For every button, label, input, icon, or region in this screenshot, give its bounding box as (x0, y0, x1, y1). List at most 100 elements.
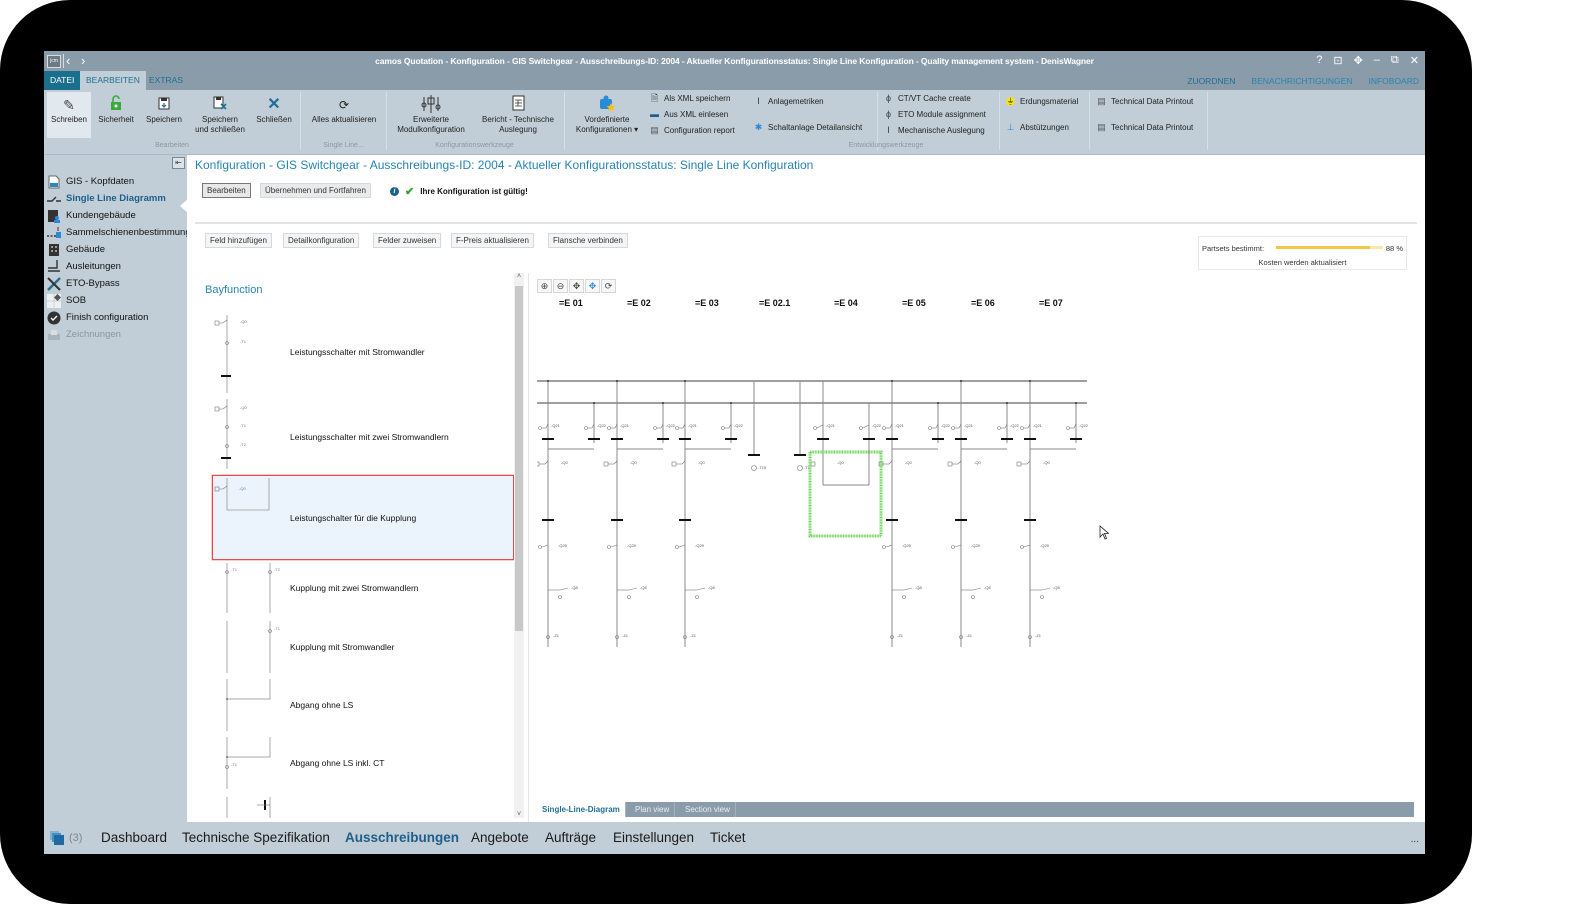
feeder-e05-earth-symbol (882, 545, 886, 549)
sidebar-item-single-line-diagramm[interactable]: Single Line Diagramm (47, 190, 166, 207)
ctvt-cache-create-button[interactable]: ɸ CT/VT Cache create (884, 94, 971, 104)
feeder-e01-q8-symbol (558, 595, 562, 599)
speichern-schliessen-button[interactable]: Speichern und schließen (189, 92, 251, 138)
feeder-e05-tag: -Q21 (895, 423, 905, 428)
sidebar-item-finish-configuration[interactable]: Finish configuration (47, 309, 148, 326)
help-icon[interactable]: ? (1316, 54, 1322, 67)
erweiterte-modulkonfiguration-button[interactable]: Erweiterte Modulkonfiguration (390, 92, 472, 138)
sidebar-item-gebaeude[interactable]: Gebäude (47, 241, 105, 258)
infoboard-link[interactable]: INFOBOARD (1368, 76, 1419, 86)
close-icon[interactable]: ✕ (1410, 54, 1419, 67)
bay-symbol-icon: -Q0 -T1 (214, 315, 247, 393)
pin-icon[interactable]: ⊡ (1333, 54, 1342, 67)
more-icon[interactable]: ... (1411, 834, 1419, 845)
bayfunction-item[interactable]: -T1 -T2 Kupplung mit zwei Stromwandlern (213, 563, 513, 618)
schreiben-button[interactable]: ✎ Schreiben (47, 92, 91, 138)
vordefinierte-konfigurationen-button[interactable]: Vordefinierte Konfigurationen ▾ (568, 92, 646, 138)
printout-icon: ▤ (1097, 96, 1106, 106)
alles-aktualisieren-button[interactable]: ⟳ Alles aktualisieren (306, 92, 382, 138)
tab-section-view[interactable]: Section view (680, 802, 736, 817)
tab-extras[interactable]: EXTRAS (143, 71, 189, 90)
feeder-e06-tag: -Q29 (971, 543, 981, 548)
bayfunction-header: Bayfunction (205, 284, 263, 296)
sidebar-item-kundengebaeude[interactable]: Kundengebäude (47, 207, 136, 224)
sidebar-item-gis-kopfdaten[interactable]: GIS - Kopfdaten (47, 173, 134, 190)
tab-plan-view[interactable]: Plan view (630, 802, 676, 817)
menu-right-links: ZUORDNEN BENACHRICHTIGUNGEN INFOBOARD (1187, 76, 1419, 86)
tab-single-line-diagram[interactable]: Single-Line-Diagram (537, 802, 626, 817)
sidebar-item-sob[interactable]: SOB (47, 292, 86, 309)
felder-zuweisen-button[interactable]: Felder zuweisen (373, 233, 442, 248)
windows-stack-icon[interactable] (50, 831, 64, 845)
sidebar-item-zeichnungen[interactable]: Zeichnungen (47, 326, 121, 343)
eto-module-assignment-button[interactable]: ɸ ETO Module assignment (884, 110, 986, 120)
bayfunction-item[interactable]: -T1 Kupplung mit Stromwandler (213, 621, 513, 676)
flansche-verbinden-button[interactable]: Flansche verbinden (548, 233, 628, 248)
detailkonfiguration-button[interactable]: Detailkonfiguration (283, 233, 360, 248)
scroll-down-icon[interactable]: ˅ (514, 811, 524, 818)
scrollbar-thumb[interactable] (515, 286, 523, 631)
anlagemetriken-button[interactable]: Ⅰ Anlagemetriken (754, 97, 823, 107)
info-icon[interactable]: i (390, 187, 399, 196)
f-preis-aktualisieren-button[interactable]: F-Preis aktualisieren (451, 233, 534, 248)
bayfunction-item[interactable]: Abgang ohne LS (213, 679, 513, 734)
als-xml-speichern-button[interactable]: 🗎 Als XML speichern (650, 94, 731, 104)
feeder-e07-tag: -Q29 (1040, 543, 1050, 548)
nav-ticket[interactable]: Ticket (710, 830, 746, 845)
configuration-report-button[interactable]: ▤ Configuration report (650, 126, 734, 136)
feeder-e05-earth-symbol (882, 426, 886, 430)
schaltanlage-detailansicht-button[interactable]: ✱ Schaltanlage Detailansicht (754, 123, 863, 133)
technical-data-printout-button-1[interactable]: ▤ Technical Data Printout (1097, 96, 1193, 107)
tab-datei[interactable]: DATEI (44, 71, 81, 90)
feld-hinzufuegen-button[interactable]: Feld hinzufügen (205, 233, 272, 248)
aus-xml-einlesen-button[interactable]: ▬ Aus XML einlesen (650, 110, 728, 120)
nav-auftraege[interactable]: Aufträge (545, 830, 596, 845)
abstuetzungen-button[interactable]: ⊥ Abstützungen (1006, 123, 1069, 133)
nav-angebote[interactable]: Angebote (471, 830, 529, 845)
speichern-button[interactable]: Speichern (142, 92, 186, 138)
coupling-tag: -Q22 (872, 423, 882, 428)
sidebar-item-sammelschienenbestimmung[interactable]: Sammelschienenbestimmung (47, 224, 191, 241)
nav-dashboard[interactable]: Dashboard (101, 830, 167, 845)
feeder-e05-node (891, 380, 893, 382)
sidebar-item-eto-bypass[interactable]: ETO-Bypass (47, 275, 120, 292)
restore-icon[interactable]: ⧉ (1391, 54, 1399, 67)
bayfunction-item[interactable] (213, 797, 513, 818)
svg-text:-T2: -T2 (274, 567, 281, 572)
zuordnen-link[interactable]: ZUORDNEN (1187, 76, 1235, 86)
nav-ausschreibungen[interactable]: Ausschreibungen (345, 830, 459, 845)
schliessen-button[interactable]: ✕ Schließen (252, 92, 296, 138)
bayfunction-item-selected[interactable]: -Q0 Leistungschalter für die Kupplung (212, 475, 514, 560)
feeder-e05-tag: -Q0 (905, 460, 912, 465)
single-line-diagram[interactable]: ⊕ ⊖ ✥ ✥ ⟳ =E 01 =E 02 =E 03 =E 02.1 =E 04 =E … (537, 275, 1417, 795)
feeder-e02-tag: -Q8 (640, 585, 647, 590)
nav-technische-spezifikation[interactable]: Technische Spezifikation (182, 830, 330, 845)
bayfunction-item[interactable]: -Q0 -T1 -T2 Leistungsschalter mit zwei Str… (213, 399, 513, 479)
uebernehmen-fortfahren-button[interactable]: Übernehmen und Fortfahren (260, 183, 371, 198)
bayfunction-item[interactable]: -Q0 -T1 Leistungsschalter mit Stromwandle… (213, 313, 513, 393)
sidebar-item-ausleitungen[interactable]: Ausleitungen (47, 258, 121, 275)
sidebar: ⇤ GIS - Kopfdaten Single Line Diagramm K… (44, 155, 191, 822)
bayfunction-scrollbar[interactable]: ˄ ˅ (514, 273, 524, 818)
erdungsmaterial-button[interactable]: ⏚ Erdungsmaterial (1006, 97, 1078, 106)
scroll-up-icon[interactable]: ˄ (514, 273, 524, 280)
bay-symbol-icon: -Q0 (214, 478, 270, 511)
technical-data-printout-button-2[interactable]: ▤ Technical Data Printout (1097, 123, 1193, 133)
lock-icon (94, 95, 138, 115)
minimize-icon[interactable]: ‒ (1374, 54, 1380, 67)
feeder-e07-earth-symbol (1020, 426, 1024, 430)
mechanische-auslegung-button[interactable]: Ⅰ Mechanische Auslegung (884, 126, 985, 136)
sob-icon (47, 293, 61, 308)
sicherheit-button[interactable]: Sicherheit (94, 92, 138, 138)
bearbeiten-button[interactable]: Bearbeiten (202, 183, 251, 198)
feeder-e06-tag: -Q21 (964, 423, 974, 428)
collapse-sidebar-icon[interactable]: ⇤ (172, 157, 185, 169)
bayfunction-item[interactable]: -T1 Abgang ohne LS inkl. CT (213, 737, 513, 797)
nav-einstellungen[interactable]: Einstellungen (613, 830, 694, 845)
benachrichtigungen-link[interactable]: BENACHRICHTIGUNGEN (1251, 76, 1352, 86)
tab-bearbeiten[interactable]: BEARBEITEN (80, 71, 146, 90)
move-icon[interactable]: ✥ (1354, 54, 1363, 67)
bericht-technische-auslegung-button[interactable]: Bericht - Technische Auslegung (476, 92, 560, 138)
coupling-breaker-drive (810, 461, 816, 467)
feeder-e03-tag: -Q21 (688, 423, 698, 428)
